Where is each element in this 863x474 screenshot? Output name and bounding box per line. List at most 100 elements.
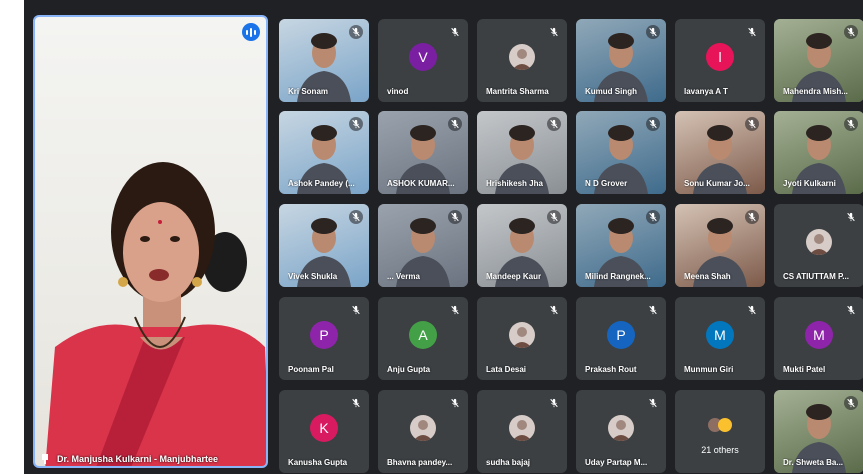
mic-off-icon [745,117,759,131]
participant-tile[interactable]: Mahendra Mish... [774,19,863,102]
participant-name: Uday Partap M... [585,458,648,467]
mic-off-icon [349,303,363,317]
mic-off-icon [844,117,858,131]
participant-name: Mandeep Kaur [486,272,542,281]
mic-off-icon [448,210,462,224]
avatar: K [310,413,338,442]
participant-name: Prakash Rout [585,365,637,374]
participant-tile[interactable]: Hrishikesh Jha [477,111,567,194]
participant-name: lavanya A T [684,87,728,96]
mic-off-icon [448,25,462,39]
participant-tile[interactable]: K Kanusha Gupta [279,390,369,473]
speaking-indicator-icon [242,23,260,41]
participant-tile[interactable]: Mantrita Sharma [477,19,567,102]
avatar [509,321,535,348]
participant-name: Kri Sonam [288,87,329,96]
active-speaker-tile[interactable]: Dr. Manjusha Kulkarni - Manjubhartee [33,15,268,468]
participant-name: Vivek Shukla [288,272,338,281]
participant-name: ... Verma [387,272,420,281]
participant-tile[interactable]: Bhavna pandey... [378,390,468,473]
participant-tile[interactable]: Kri Sonam [279,19,369,102]
mic-off-icon [349,396,363,410]
others-count: 21 others [701,445,739,455]
avatar [410,414,436,441]
participant-tile[interactable]: Jyoti Kulkarni [774,111,863,194]
avatar [806,228,832,255]
avatar: l [706,42,734,71]
participant-tile[interactable]: l lavanya A T [675,19,765,102]
participant-tile[interactable]: CS ATIUTTAM P... [774,204,863,287]
participant-tile[interactable]: sudha bajaj [477,390,567,473]
avatar: M [805,320,833,349]
participant-tile[interactable]: N D Grover [576,111,666,194]
participant-tile[interactable]: Kumud Singh [576,19,666,102]
participant-name: Jyoti Kulkarni [783,179,836,188]
avatar: P [607,320,635,349]
participant-name: Hrishikesh Jha [486,179,543,188]
participant-name: Lata Desai [486,365,527,374]
mic-off-icon [646,25,660,39]
participant-name: Sonu Kumar Jo... [684,179,750,188]
mic-off-icon [547,117,561,131]
mic-off-icon [844,396,858,410]
avatar [509,414,535,441]
pin-icon[interactable] [41,454,49,464]
mic-off-icon [547,25,561,39]
participant-tile[interactable]: ASHOK KUMAR... [378,111,468,194]
mic-off-icon [448,303,462,317]
avatar: V [409,42,437,71]
speaker-name: Dr. Manjusha Kulkarni - Manjubhartee [57,454,219,464]
avatar [608,414,634,441]
participant-tile[interactable]: Vivek Shukla [279,204,369,287]
participant-name: Poonam Pal [288,365,334,374]
mic-off-icon [547,210,561,224]
mic-off-icon [547,396,561,410]
participant-tile[interactable]: Sonu Kumar Jo... [675,111,765,194]
participant-tile[interactable]: Uday Partap M... [576,390,666,473]
avatar: P [310,320,338,349]
mic-off-icon [646,210,660,224]
participant-name: Dr. Shweta Ba... [783,458,844,467]
avatar: A [409,320,437,349]
mic-off-icon [547,303,561,317]
participant-tile[interactable]: P Poonam Pal [279,297,369,380]
avatar [509,43,535,70]
mic-off-icon [745,210,759,224]
mic-off-icon [844,25,858,39]
participant-tile[interactable]: Ashok Pandey (... [279,111,369,194]
participant-tile[interactable]: A Anju Gupta [378,297,468,380]
participant-name: Mantrita Sharma [486,87,549,96]
speaker-video [45,162,266,466]
mic-off-icon [646,396,660,410]
participant-tile[interactable]: Dr. Shweta Ba... [774,390,863,473]
mic-off-icon [349,117,363,131]
participant-tile[interactable]: Meena Shah [675,204,765,287]
others-avatars [706,415,734,441]
mic-off-icon [646,303,660,317]
participant-name: Kumud Singh [585,87,637,96]
participant-name: Milind Rangnek... [585,272,651,281]
participant-name: Kanusha Gupta [288,458,348,467]
participant-name: Munmun Giri [684,365,734,374]
participant-name: Meena Shah [684,272,731,281]
mic-off-icon [448,396,462,410]
mic-off-icon [646,117,660,131]
mic-off-icon [448,117,462,131]
mic-off-icon [745,25,759,39]
participant-tile[interactable]: P Prakash Rout [576,297,666,380]
participant-tile[interactable]: M Munmun Giri [675,297,765,380]
participant-tile[interactable]: Mandeep Kaur [477,204,567,287]
participant-tile[interactable]: Milind Rangnek... [576,204,666,287]
participant-name: Mukti Patel [783,365,826,374]
participant-tile[interactable]: M Mukti Patel [774,297,863,380]
participant-name: Anju Gupta [387,365,431,374]
participant-name: ASHOK KUMAR... [387,179,455,188]
participant-tile[interactable]: Lata Desai [477,297,567,380]
participant-name: CS ATIUTTAM P... [783,272,849,281]
participant-name: sudha bajaj [486,458,531,467]
participant-name: Bhavna pandey... [387,458,453,467]
mic-off-icon [844,210,858,224]
participant-tile[interactable]: 21 others [675,390,765,473]
participant-tile[interactable]: Vvinod [378,19,468,102]
participant-tile[interactable]: ... Verma [378,204,468,287]
